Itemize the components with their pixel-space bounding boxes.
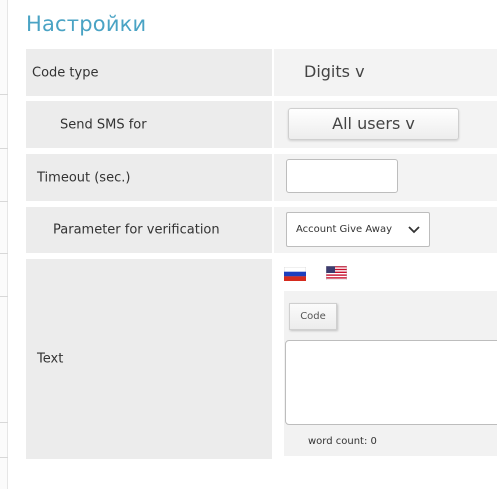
timeout-value-cell	[274, 154, 497, 201]
row-timeout: Timeout (sec.)	[26, 154, 497, 201]
parameter-selected-value: Account Give Away	[296, 224, 392, 235]
code-type-selector[interactable]: Digits v	[304, 62, 365, 81]
parameter-label: Parameter for verification	[26, 207, 272, 253]
send-sms-selector-button[interactable]: All users v	[288, 108, 459, 140]
chevron-down-icon	[408, 226, 420, 234]
parameter-value-cell: Account Give Away	[274, 207, 497, 253]
timeout-input[interactable]	[286, 159, 398, 193]
row-text: Text Code word count: 0	[26, 259, 497, 459]
timeout-label: Timeout (sec.)	[26, 154, 272, 201]
parameter-select[interactable]: Account Give Away	[286, 212, 430, 247]
settings-page: Настройки Code type Digits v Send SMS fo…	[0, 0, 497, 489]
row-parameter: Parameter for verification Account Give …	[26, 207, 497, 253]
text-label: Text	[26, 259, 272, 459]
us-flag-icon[interactable]	[326, 266, 347, 280]
row-code-type: Code type Digits v	[26, 49, 497, 96]
word-count: word count: 0	[308, 436, 377, 447]
code-insert-button[interactable]: Code	[289, 303, 337, 330]
left-pane-edge	[0, 0, 8, 489]
send-sms-label: Send SMS for	[26, 101, 272, 148]
text-textarea[interactable]	[285, 340, 497, 425]
code-type-value-cell: Digits v	[274, 49, 497, 96]
row-send-sms: Send SMS for All users v	[26, 101, 497, 148]
page-title: Настройки	[26, 12, 147, 36]
send-sms-value-cell: All users v	[274, 101, 497, 148]
code-type-label: Code type	[26, 49, 272, 96]
text-editor-area: Code word count: 0	[284, 291, 497, 456]
ru-flag-icon[interactable]	[284, 267, 306, 281]
